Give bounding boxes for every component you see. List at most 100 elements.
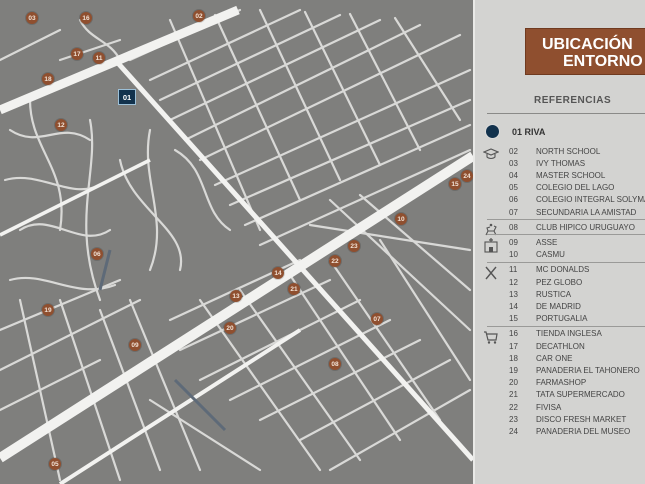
legend-item-11: 11 MC DONALDS <box>509 264 589 276</box>
legend-label: PANADERIA DEL MUSEO <box>536 426 631 436</box>
street-network <box>0 5 473 484</box>
legend-item-06: 06 COLEGIO INTEGRAL SOLYMAR <box>509 194 645 206</box>
map-marker-13[interactable]: 13 <box>230 290 242 302</box>
legend-label: MASTER SCHOOL <box>536 170 606 180</box>
legend-divider <box>487 234 645 236</box>
legend-item-15: 15 PORTUGALIA <box>509 313 587 325</box>
legend-item-20: 20 FARMASHOP <box>509 377 586 389</box>
map-marker-05[interactable]: 05 <box>49 458 61 470</box>
legend-label: CLUB HIPICO URUGUAYO <box>536 222 635 232</box>
legend-item-18: 18 CAR ONE <box>509 352 572 364</box>
legend-label: ASSE <box>536 237 558 247</box>
legend-item-07: 07 SECUNDARIA LA AMISTAD <box>509 206 636 218</box>
legend-label: COLEGIO INTEGRAL SOLYMAR <box>536 195 645 205</box>
map-marker-09[interactable]: 09 <box>129 339 141 351</box>
legend-number: 10 <box>509 250 518 260</box>
legend-label: COLEGIO DEL LAGO <box>536 183 615 193</box>
legend-number: 21 <box>509 390 518 400</box>
legend-number: 09 <box>509 237 518 247</box>
map-marker-21[interactable]: 21 <box>288 283 300 295</box>
shopping-cart-icon <box>483 329 499 345</box>
legend-label: RUSTICA <box>536 289 572 299</box>
map-marker-17[interactable]: 17 <box>71 48 83 60</box>
legend-number: 22 <box>509 402 518 412</box>
map-marker-23[interactable]: 23 <box>348 240 360 252</box>
legend-number: 24 <box>509 426 518 436</box>
horse-rider-icon <box>483 222 499 238</box>
map-marker-12[interactable]: 12 <box>55 119 67 131</box>
legend-number: 13 <box>509 289 518 299</box>
project-dot-icon <box>485 124 500 139</box>
map-marker-08[interactable]: 08 <box>329 358 341 370</box>
legend-label: DE MADRID <box>536 301 581 311</box>
legend-number: 04 <box>509 170 518 180</box>
legend-divider <box>487 219 645 221</box>
map-marker-15[interactable]: 15 <box>449 178 461 190</box>
map-marker-16[interactable]: 16 <box>80 12 92 24</box>
map-marker-24[interactable]: 24 <box>461 170 473 182</box>
map-marker-03[interactable]: 03 <box>26 12 38 24</box>
project-marker-riva[interactable]: 01 <box>118 89 136 105</box>
map-marker-19[interactable]: 19 <box>42 304 54 316</box>
legend-number: 17 <box>509 341 518 351</box>
legend-item-10: 10 CASMU <box>509 249 565 261</box>
legend-label: DECATHLON <box>536 341 585 351</box>
legend-item-16: 16 TIENDA INGLESA <box>509 328 602 340</box>
map-view[interactable]: 01 03 16 02 17 11 18 12 15 24 10 23 22 14 21 13 06 19 20 0… <box>0 0 473 484</box>
legend-label: CASMU <box>536 250 565 260</box>
map-marker-18[interactable]: 18 <box>42 73 54 85</box>
legend-item-02: 02 NORTH SCHOOL <box>509 145 600 157</box>
legend-number: 14 <box>509 301 518 311</box>
legend-number: 02 <box>509 146 518 156</box>
legend-label: PORTUGALIA <box>536 314 588 324</box>
title-line-2: ENTORNO <box>563 53 643 70</box>
map-marker-20[interactable]: 20 <box>224 322 236 334</box>
legend-number: 08 <box>509 222 518 232</box>
legend-number: 23 <box>509 414 518 424</box>
legend-item-09: 09 ASSE <box>509 236 557 248</box>
legend-number: 20 <box>509 378 518 388</box>
project-label: 01 RIVA <box>512 126 546 137</box>
fork-knife-icon <box>483 265 499 281</box>
references-heading: REFERENCIAS <box>534 95 612 106</box>
map-marker-11[interactable]: 11 <box>93 52 105 64</box>
legend-divider <box>487 261 645 263</box>
legend-label: IVY THOMAS <box>536 158 586 168</box>
legend-label: PANADERIA EL TAHONERO <box>536 365 640 375</box>
legend-label: NORTH SCHOOL <box>536 146 601 156</box>
legend-number: 11 <box>509 265 518 275</box>
map-marker-10[interactable]: 10 <box>395 213 407 225</box>
legend-item-24: 24 PANADERIA DEL MUSEO <box>509 425 630 437</box>
legend-item-04: 04 MASTER SCHOOL <box>509 169 605 181</box>
legend-label: FARMASHOP <box>536 378 587 388</box>
map-marker-22[interactable]: 22 <box>329 255 341 267</box>
legend-item-22: 22 FIVISA <box>509 401 561 413</box>
legend-number: 19 <box>509 365 518 375</box>
legend-number: 16 <box>509 329 518 339</box>
legend-item-08: 08 CLUB HIPICO URUGUAYO <box>509 221 635 233</box>
page-title: UBICACIÓN ENTORNO <box>525 28 645 75</box>
legend-label: TIENDA INGLESA <box>536 329 602 339</box>
legend-number: 15 <box>509 314 518 324</box>
legend-item-19: 19 PANADERIA EL TAHONERO <box>509 364 640 376</box>
map-marker-02[interactable]: 02 <box>193 10 205 22</box>
map-marker-07[interactable]: 07 <box>371 313 383 325</box>
map-marker-14[interactable]: 14 <box>272 267 284 279</box>
map-marker-06[interactable]: 06 <box>91 248 103 260</box>
legend-number: 05 <box>509 183 518 193</box>
legend-project: 01 RIVA <box>485 124 545 139</box>
divider <box>487 113 645 114</box>
legend-number: 03 <box>509 158 518 168</box>
legend-label: TATA SUPERMERCADO <box>536 390 625 400</box>
legend-number: 06 <box>509 195 518 205</box>
legend-label: FIVISA <box>536 402 562 412</box>
legend-number: 12 <box>509 277 518 287</box>
legend-item-03: 03 IVY THOMAS <box>509 157 585 169</box>
legend-item-23: 23 DISCO FRESH MARKET <box>509 413 626 425</box>
hospital-icon <box>483 237 499 253</box>
legend-label: SECUNDARIA LA AMISTAD <box>536 207 637 217</box>
legend-label: CAR ONE <box>536 353 573 363</box>
graduation-cap-icon <box>482 146 500 162</box>
legend-label: MC DONALDS <box>536 265 590 275</box>
legend-item-13: 13 RUSTICA <box>509 288 571 300</box>
